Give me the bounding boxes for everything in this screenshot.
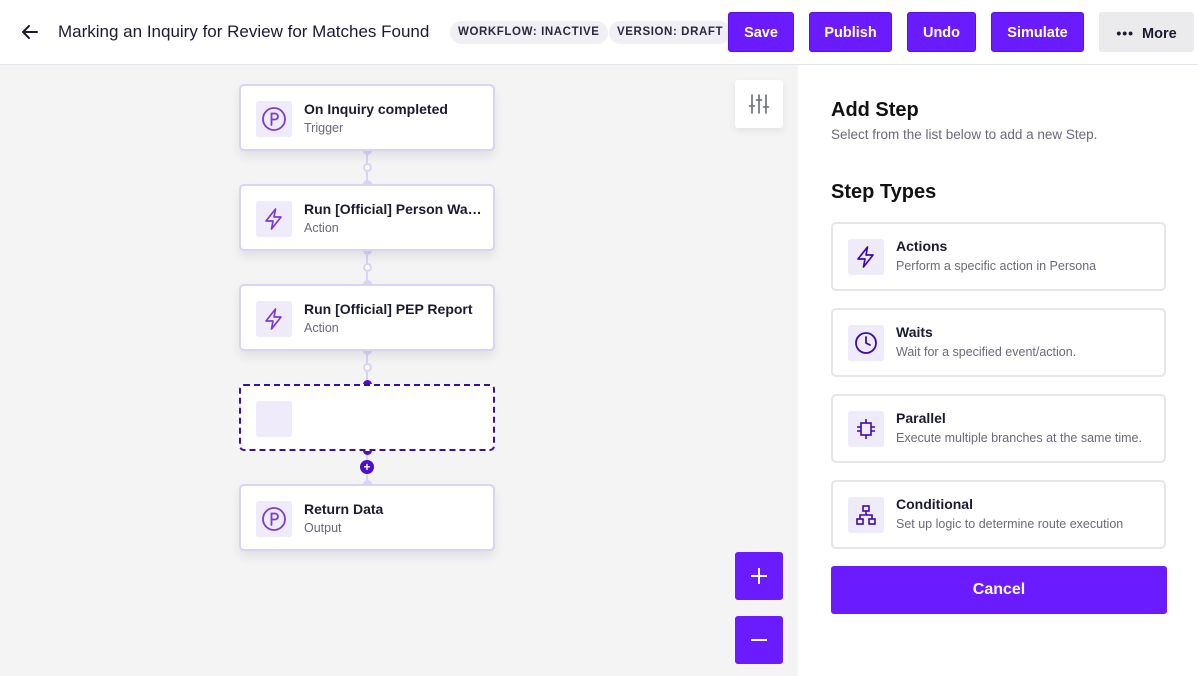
save-button[interactable]: Save	[728, 12, 794, 52]
workflow-node-trigger[interactable]: On Inquiry completed Trigger	[239, 84, 495, 151]
sliders-icon	[748, 94, 770, 114]
workflow-node-action[interactable]: Run [Official] PEP Report Action	[239, 284, 495, 351]
node-type: Action	[304, 221, 339, 235]
step-type-parallel[interactable]: Parallel Execute multiple branches at th…	[831, 394, 1166, 463]
node-type: Action	[304, 321, 339, 335]
node-title: On Inquiry completed	[304, 101, 448, 117]
lightning-icon	[848, 239, 884, 275]
step-types-heading: Step Types	[831, 181, 937, 203]
workflow-status-badge: WORKFLOW: INACTIVE	[450, 21, 608, 44]
simulate-button[interactable]: Simulate	[991, 12, 1084, 52]
step-type-title: Actions	[896, 238, 948, 254]
add-step-plus-icon[interactable]: +	[360, 460, 374, 474]
persona-logo-icon	[256, 501, 292, 537]
step-type-description: Execute multiple branches at the same ti…	[896, 431, 1142, 445]
connector-insert-point[interactable]	[362, 163, 372, 172]
step-type-waits[interactable]: Waits Wait for a specified event/action.	[831, 308, 1166, 377]
node-type: Trigger	[304, 121, 344, 135]
more-dots-icon: •••	[1116, 25, 1135, 41]
version-status-badge: VERSION: DRAFT	[609, 21, 732, 44]
clock-icon	[848, 325, 884, 361]
lightning-icon	[256, 301, 292, 337]
step-type-title: Parallel	[896, 410, 946, 426]
zoom-out-button[interactable]	[735, 616, 783, 664]
step-type-description: Perform a specific action in Persona	[896, 259, 1097, 273]
step-type-title: Conditional	[896, 496, 973, 512]
lightning-icon	[256, 201, 292, 237]
node-title: Run [Official] PEP Report	[304, 301, 473, 317]
back-arrow-icon[interactable]	[18, 20, 42, 44]
more-button-label: More	[1142, 26, 1177, 42]
undo-button[interactable]: Undo	[907, 12, 976, 52]
publish-button[interactable]: Publish	[809, 12, 892, 52]
workflow-node-placeholder[interactable]	[239, 384, 495, 451]
cancel-button[interactable]: Cancel	[831, 566, 1167, 614]
placeholder-icon-slot	[256, 401, 292, 437]
more-button[interactable]: ••• More	[1099, 12, 1194, 52]
connector-insert-point[interactable]	[362, 263, 372, 272]
conditional-icon	[848, 497, 884, 533]
canvas-settings-button[interactable]	[735, 80, 783, 128]
step-type-actions[interactable]: Actions Perform a specific action in Per…	[831, 222, 1166, 291]
step-type-conditional[interactable]: Conditional Set up logic to determine ro…	[831, 480, 1166, 549]
panel-subtitle: Select from the list below to add a new …	[831, 127, 1098, 142]
add-step-panel: Add Step Select from the list below to a…	[798, 65, 1198, 676]
plus-icon	[751, 568, 767, 584]
workflow-node-action[interactable]: Run [Official] Person Watchlist Report A…	[239, 184, 495, 251]
persona-logo-icon	[256, 101, 292, 137]
page-title: Marking an Inquiry for Review for Matche…	[58, 22, 430, 41]
workflow-canvas[interactable]: + On Inquiry completed Trigger Run [Offi…	[0, 65, 798, 676]
step-type-title: Waits	[896, 324, 933, 340]
panel-title: Add Step	[831, 99, 919, 121]
connector-insert-point[interactable]	[362, 363, 372, 372]
node-title: Return Data	[304, 501, 384, 517]
step-type-description: Wait for a specified event/action.	[896, 345, 1077, 359]
zoom-in-button[interactable]	[735, 552, 783, 600]
workflow-node-output[interactable]: Return Data Output	[239, 484, 495, 551]
node-title: Run [Official] Person Watchlist Report	[304, 201, 484, 217]
node-type: Output	[304, 521, 342, 535]
header: Marking an Inquiry for Review for Matche…	[0, 0, 1198, 65]
step-type-description: Set up logic to determine route executio…	[896, 517, 1124, 531]
minus-icon	[751, 639, 767, 641]
parallel-icon	[848, 411, 884, 447]
